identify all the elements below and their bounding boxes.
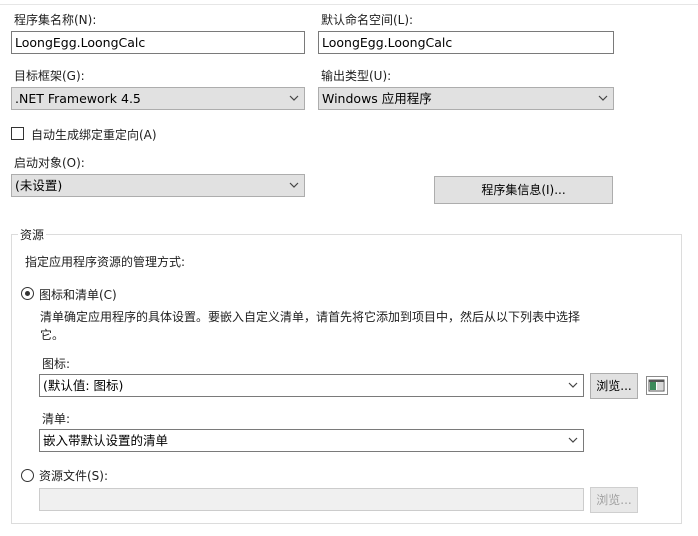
auto-binding-redirect-checkbox[interactable] [11, 127, 24, 140]
output-type-value: Windows 应用程序 [322, 91, 432, 106]
resource-file-radio-label: 资源文件(S): [39, 469, 109, 483]
window-icon [648, 379, 665, 392]
resource-file-input[interactable] [39, 488, 584, 511]
chevron-down-icon [289, 95, 299, 101]
auto-binding-redirect-label: 自动生成绑定重定向(A) [31, 128, 157, 142]
assembly-name-input[interactable]: LoongEgg.LoongCalc [11, 31, 305, 54]
startup-object-dropdown[interactable]: (未设置) [11, 174, 305, 197]
icon-manifest-description-line2: 它。 [40, 328, 65, 342]
icon-manifest-radio[interactable] [21, 287, 34, 300]
chevron-down-icon [598, 95, 608, 101]
chevron-down-icon [568, 382, 578, 388]
resources-group-title: 资源 [18, 226, 47, 243]
output-type-dropdown[interactable]: Windows 应用程序 [318, 87, 614, 110]
manifest-dropdown-value: 嵌入带默认设置的清单 [43, 433, 169, 448]
chevron-down-icon [289, 182, 299, 188]
icon-dropdown-value: (默认值: 图标) [43, 378, 124, 393]
icon-browse-button[interactable]: 浏览... [590, 373, 638, 399]
assembly-name-label: 程序集名称(N): [14, 13, 97, 27]
default-namespace-input[interactable]: LoongEgg.LoongCalc [318, 31, 614, 54]
output-type-label: 输出类型(U): [321, 69, 392, 83]
resource-file-radio[interactable] [21, 469, 34, 482]
startup-object-value: (未设置) [15, 178, 63, 193]
resource-file-browse-button[interactable]: 浏览... [590, 487, 638, 513]
target-framework-value: .NET Framework 4.5 [15, 91, 141, 106]
top-divider [0, 4, 698, 5]
icon-dropdown[interactable]: (默认值: 图标) [39, 374, 584, 397]
icon-manifest-radio-label: 图标和清单(C) [39, 288, 117, 302]
assembly-info-button[interactable]: 程序集信息(I)... [434, 176, 613, 204]
resources-description: 指定应用程序资源的管理方式: [25, 255, 186, 269]
icon-label: 图标: [42, 357, 71, 371]
target-framework-label: 目标框架(G): [14, 69, 85, 83]
manifest-dropdown[interactable]: 嵌入带默认设置的清单 [39, 429, 584, 452]
target-framework-dropdown[interactable]: .NET Framework 4.5 [11, 87, 305, 110]
startup-object-label: 启动对象(O): [14, 156, 85, 170]
default-namespace-label: 默认命名空间(L): [321, 13, 414, 27]
chevron-down-icon [568, 437, 578, 443]
manifest-label: 清单: [42, 412, 71, 426]
icon-manifest-description-line1: 清单确定应用程序的具体设置。要嵌入自定义清单，请首先将它添加到项目中，然后从以下… [40, 310, 581, 324]
app-icon-preview [646, 376, 668, 395]
